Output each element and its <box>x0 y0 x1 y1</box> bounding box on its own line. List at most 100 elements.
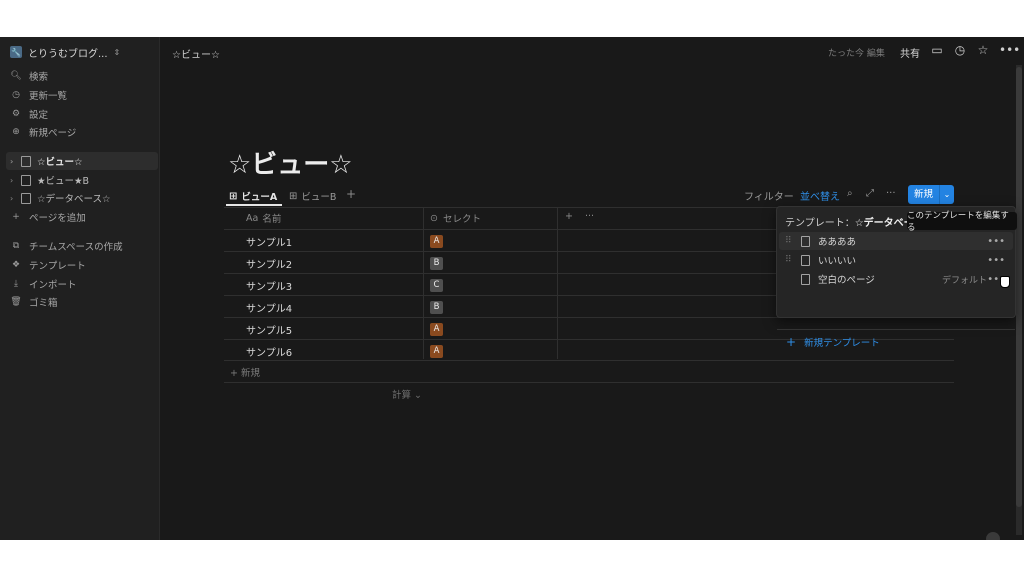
comment-icon[interactable]: ▭ <box>930 43 944 57</box>
share-button[interactable]: 共有 <box>900 45 920 60</box>
sidebar-item-label: 新規ページ <box>29 128 77 139</box>
template-item[interactable]: ⠿ ああああ ••• <box>779 232 1013 250</box>
more-icon[interactable]: ··· <box>886 188 896 199</box>
column-header-select[interactable]: ⊙ セレクト <box>430 211 481 226</box>
drag-handle-icon[interactable]: ⠿ <box>785 255 795 265</box>
more-icon[interactable]: ··· <box>585 211 594 222</box>
search-icon[interactable]: ⌕ <box>847 188 853 199</box>
help-button[interactable] <box>986 532 1000 540</box>
column-divider <box>423 207 424 359</box>
sidebar-item-label: チームスペースの作成 <box>29 242 123 253</box>
text-property-icon: Aa <box>246 212 259 224</box>
sidebar-page-label: ☆ビュー☆ <box>37 157 83 168</box>
plus-icon: + <box>230 368 241 379</box>
row-name[interactable]: サンプル2 <box>246 256 292 271</box>
select-tag[interactable]: B <box>430 257 443 270</box>
workspace-switcher[interactable]: 🔧 とりうむブログ... ⇕ <box>10 43 120 61</box>
page-icon <box>801 235 810 247</box>
scrollbar-thumb[interactable] <box>1016 67 1022 507</box>
add-column-button[interactable]: + <box>565 211 573 222</box>
column-header-label: セレクト <box>442 214 481 225</box>
more-icon[interactable]: ••• <box>999 43 1020 57</box>
sidebar-trash[interactable]: 🗑︎ ゴミ箱 <box>10 293 156 311</box>
sidebar-create-teamspace[interactable]: ⧉ チームスペースの作成 <box>10 237 156 255</box>
sidebar-templates[interactable]: ❖ テンプレート <box>10 256 156 274</box>
select-tag[interactable]: C <box>430 279 443 292</box>
search-icon: 🔍︎ <box>10 71 22 81</box>
select-tag[interactable]: A <box>430 235 443 248</box>
sidebar-new-page[interactable]: ⊕ 新規ページ <box>10 123 156 141</box>
sidebar-page-database[interactable]: › ☆データベース☆ <box>6 189 158 207</box>
add-row-button[interactable]: + 新規 <box>230 365 260 379</box>
template-menu-db-name: ☆データベー <box>854 218 914 229</box>
chevron-down-icon[interactable]: ⌄ <box>940 190 954 199</box>
page-title[interactable]: ☆ビュー☆ <box>228 144 353 181</box>
new-template-button[interactable]: + 新規テンプレート <box>786 335 880 349</box>
filter-button[interactable]: フィルター <box>744 188 794 203</box>
breadcrumb[interactable]: ☆ビュー☆ <box>172 46 220 61</box>
expand-icon[interactable]: ⤢ <box>866 188 874 199</box>
add-view-button[interactable]: + <box>346 187 356 201</box>
row-name[interactable]: サンプル1 <box>246 234 292 249</box>
more-icon[interactable]: ••• <box>987 236 1005 247</box>
plus-circle-icon: ⊕ <box>12 127 20 137</box>
menu-divider <box>777 329 1015 330</box>
select-tag[interactable]: B <box>430 301 443 314</box>
shapes-icon: ❖ <box>11 260 21 270</box>
workspace-logo: 🔧 <box>10 46 22 58</box>
sidebar-search[interactable]: 🔍︎ 検索 <box>10 67 156 85</box>
select-tag[interactable]: A <box>430 345 443 358</box>
row-name[interactable]: サンプル5 <box>246 322 292 337</box>
template-item[interactable]: 空白のページ デフォルト ••• <box>779 270 1013 288</box>
tab-view-b[interactable]: ⊞ ビューB <box>289 188 336 204</box>
plus-icon: + <box>786 335 797 349</box>
sort-button[interactable]: 並べ替え <box>800 188 840 203</box>
calculate-label: 計算 <box>392 390 412 401</box>
template-menu-title-prefix: テンプレート： <box>785 218 855 229</box>
sidebar-page-view-b[interactable]: › ★ビュー★B <box>6 171 158 189</box>
sidebar-settings[interactable]: ⚙ 設定 <box>10 105 156 123</box>
template-item-label: いいいい <box>818 256 857 267</box>
template-item-label: 空白のページ <box>818 275 875 286</box>
chevron-right-icon[interactable]: › <box>10 176 18 185</box>
new-button-label[interactable]: 新規 <box>908 185 940 204</box>
calculate-button[interactable]: 計算 ⌄ <box>392 387 422 401</box>
tab-label: ビューA <box>241 192 278 203</box>
sidebar-import[interactable]: ⤓ インポート <box>10 275 156 293</box>
sidebar-updates[interactable]: ◷ 更新一覧 <box>10 86 156 104</box>
table-icon: ⊞ <box>229 190 238 202</box>
row-divider <box>224 360 954 361</box>
table-icon: ⊞ <box>289 190 298 202</box>
history-icon[interactable]: ◷ <box>953 43 967 57</box>
template-item[interactable]: ⠿ いいいい ••• <box>779 251 1013 269</box>
new-button[interactable]: 新規 ⌄ <box>908 185 954 204</box>
tab-label: ビューB <box>301 192 337 203</box>
template-item-label: ああああ <box>818 237 857 248</box>
default-badge: デフォルト <box>941 275 987 286</box>
more-icon[interactable]: ••• <box>987 255 1005 266</box>
row-name[interactable]: サンプル6 <box>246 344 292 359</box>
row-divider <box>224 382 954 383</box>
select-tag[interactable]: A <box>430 323 443 336</box>
add-row-label: 新規 <box>240 368 260 379</box>
edited-status: たった今 編集 <box>828 49 885 59</box>
page-icon <box>21 174 31 186</box>
sidebar-item-label: 検索 <box>29 72 49 83</box>
column-header-name[interactable]: Aa 名前 <box>246 211 281 226</box>
chevron-right-icon[interactable]: › <box>10 157 18 166</box>
row-name[interactable]: サンプル4 <box>246 300 292 315</box>
star-icon[interactable]: ☆ <box>976 43 990 57</box>
drag-handle-icon[interactable]: ⠿ <box>785 236 795 246</box>
chevron-updown-icon: ⇕ <box>113 47 121 57</box>
mouse-cursor <box>1000 276 1010 288</box>
sidebar-page-label: ★ビュー★B <box>37 176 90 187</box>
chevron-right-icon[interactable]: › <box>10 194 18 203</box>
row-name[interactable]: サンプル3 <box>246 278 292 293</box>
sidebar-add-page[interactable]: + ページを追加 <box>10 208 156 226</box>
sidebar-page-view[interactable]: › ☆ビュー☆ <box>6 152 158 170</box>
sidebar-item-label: ゴミ箱 <box>29 298 58 309</box>
page-icon <box>801 273 810 285</box>
tab-view-a[interactable]: ⊞ ビューA <box>229 188 277 204</box>
page-icon <box>801 254 810 266</box>
sidebar: 🔧 とりうむブログ... ⇕ 🔍︎ 検索 ◷ 更新一覧 ⚙ 設定 ⊕ 新規ページ… <box>0 37 160 540</box>
